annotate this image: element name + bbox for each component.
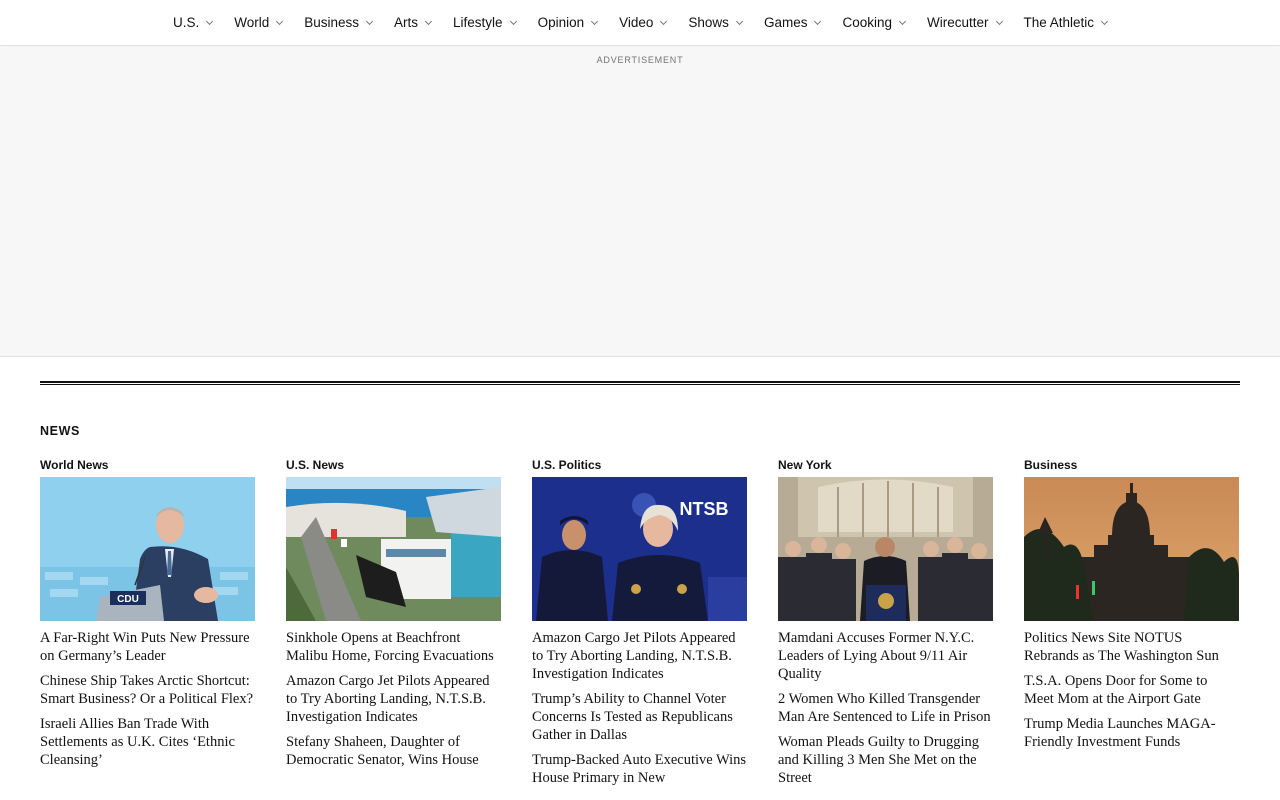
headline-link[interactable]: T.S.A. Opens Door for Some to Meet Mom a… xyxy=(1024,672,1239,708)
headline-link[interactable]: Trump’s Ability to Channel Voter Concern… xyxy=(532,690,747,744)
headline-link[interactable]: Woman Pleads Guilty to Drugging and Kill… xyxy=(778,733,993,787)
chevron-down-icon xyxy=(365,17,374,25)
advertisement-slot: ADVERTISEMENT xyxy=(0,47,1280,357)
headline-link[interactable]: Mamdani Accuses Former N.Y.C. Leaders of… xyxy=(778,629,993,683)
section-title: NEWS xyxy=(40,424,80,438)
nav-item-lifestyle[interactable]: Lifestyle xyxy=(442,0,527,46)
chevron-down-icon xyxy=(814,17,822,25)
nav-label: Wirecutter xyxy=(926,15,989,30)
chevron-down-icon xyxy=(424,17,433,25)
headline-link[interactable]: 2 Women Who Killed Transgender Man Are S… xyxy=(778,690,993,726)
nav-label: Cooking xyxy=(842,15,892,30)
section-divider xyxy=(40,381,1240,385)
nav-label: U.S. xyxy=(172,15,200,30)
headline-link[interactable]: Trump-Backed Auto Executive Wins House P… xyxy=(532,751,747,787)
headline-link[interactable]: Sinkhole Opens at Beachfront Malibu Home… xyxy=(286,629,501,665)
cdu-logo-text: CDU xyxy=(117,594,139,605)
nav-item-the-athletic[interactable]: The Athletic xyxy=(1013,0,1119,46)
story-image-business[interactable] xyxy=(1024,477,1239,621)
nav-label: Opinion xyxy=(537,15,585,30)
headline-link[interactable]: Amazon Cargo Jet Pilots Appeared to Try … xyxy=(532,629,747,683)
column-label[interactable]: U.S. Politics xyxy=(532,458,747,477)
nav-label: The Athletic xyxy=(1023,15,1095,30)
chevron-down-icon xyxy=(660,17,668,25)
news-columns: World News CDU A Far-Right Win Puts New … xyxy=(40,458,1240,794)
headline-list: A Far-Right Win Puts New Pressure on Ger… xyxy=(40,629,255,769)
headline-list: Politics News Site NOTUS Rebrands as The… xyxy=(1024,629,1239,751)
headline-link[interactable]: Trump Media Launches MAGA-Friendly Inves… xyxy=(1024,715,1239,751)
nav-item-games[interactable]: Games xyxy=(753,0,832,46)
chevron-down-icon xyxy=(591,17,599,25)
headline-link[interactable]: Israeli Allies Ban Trade With Settlement… xyxy=(40,715,255,769)
story-image-world[interactable]: CDU xyxy=(40,477,255,621)
nav-label: Video xyxy=(619,15,654,30)
nav-item-arts[interactable]: Arts xyxy=(383,0,442,46)
column-us-politics: U.S. Politics NTSB Amazon Cargo Jet Pilo… xyxy=(532,458,747,794)
headline-link[interactable]: Chinese Ship Takes Arctic Shortcut: Smar… xyxy=(40,672,255,708)
column-business: Business Politics News Site NOTUS Rebran… xyxy=(1024,458,1239,794)
column-world-news: World News CDU A Far-Right Win Puts New … xyxy=(40,458,255,794)
story-image-us[interactable] xyxy=(286,477,501,621)
column-label[interactable]: World News xyxy=(40,458,255,477)
chevron-down-icon xyxy=(898,17,907,25)
nav-list: U.S. World Business Arts Lifestyle Opini… xyxy=(162,0,1118,46)
ntsb-wall-text: NTSB xyxy=(680,499,729,519)
chevron-down-icon xyxy=(995,17,1003,25)
nav-item-business[interactable]: Business xyxy=(293,0,383,46)
story-image-new-york[interactable] xyxy=(778,477,993,621)
column-label[interactable]: New York xyxy=(778,458,993,477)
chevron-down-icon xyxy=(735,17,743,25)
nav-label: Business xyxy=(304,15,360,30)
column-us-news: U.S. News Sinkhole Opens at Beachfront M… xyxy=(286,458,501,794)
nav-item-wirecutter[interactable]: Wirecutter xyxy=(916,0,1013,46)
chevron-down-icon xyxy=(509,17,517,25)
headline-link[interactable]: A Far-Right Win Puts New Pressure on Ger… xyxy=(40,629,255,665)
advertisement-label: ADVERTISEMENT xyxy=(596,55,684,65)
headline-list: Amazon Cargo Jet Pilots Appeared to Try … xyxy=(532,629,747,787)
nav-item-shows[interactable]: Shows xyxy=(677,0,753,46)
nav-label: Lifestyle xyxy=(453,15,503,30)
nav-item-world[interactable]: World xyxy=(223,0,293,46)
nav-label: World xyxy=(234,15,270,30)
nav-label: Arts xyxy=(394,15,419,30)
chevron-down-icon xyxy=(1101,17,1109,25)
nav-label: Games xyxy=(763,15,808,30)
column-label[interactable]: Business xyxy=(1024,458,1239,477)
headline-list: Mamdani Accuses Former N.Y.C. Leaders of… xyxy=(778,629,993,787)
headline-link[interactable]: Stefany Shaheen, Daughter of Democratic … xyxy=(286,733,501,769)
chevron-down-icon xyxy=(276,17,284,25)
story-image-politics[interactable]: NTSB xyxy=(532,477,747,621)
column-new-york: New York Mamdani Accuses Former N.Y.C. L… xyxy=(778,458,993,794)
headline-link[interactable]: Politics News Site NOTUS Rebrands as The… xyxy=(1024,629,1239,665)
chevron-down-icon xyxy=(206,17,214,25)
nav-label: Shows xyxy=(688,15,729,30)
nav-item-video[interactable]: Video xyxy=(608,0,677,46)
nav-item-opinion[interactable]: Opinion xyxy=(527,0,609,46)
nav-item-cooking[interactable]: Cooking xyxy=(831,0,916,46)
nav-item-us[interactable]: U.S. xyxy=(162,0,223,46)
headline-link[interactable]: Amazon Cargo Jet Pilots Appeared to Try … xyxy=(286,672,501,726)
headline-list: Sinkhole Opens at Beachfront Malibu Home… xyxy=(286,629,501,769)
column-label[interactable]: U.S. News xyxy=(286,458,501,477)
top-navigation: U.S. World Business Arts Lifestyle Opini… xyxy=(0,0,1280,46)
